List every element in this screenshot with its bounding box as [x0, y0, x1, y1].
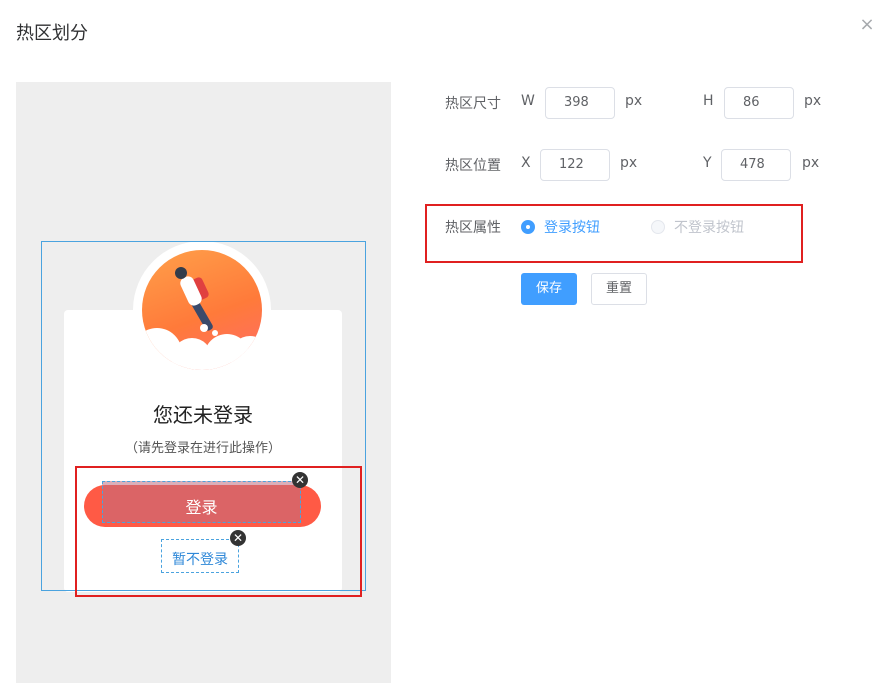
width-input[interactable]: 398	[545, 87, 615, 119]
width-unit: px	[625, 93, 643, 109]
dialog-title: 热区划分	[16, 23, 88, 44]
y-unit: px	[802, 155, 820, 171]
preview-heading: 您还未登录	[153, 403, 253, 427]
y-input[interactable]: 478	[721, 149, 791, 181]
height-input[interactable]: 86	[724, 87, 794, 119]
close-icon[interactable]: ×	[856, 14, 878, 36]
w-label: W	[521, 93, 535, 109]
size-label: 热区尺寸	[445, 96, 501, 112]
highlight-box-preview	[75, 466, 362, 597]
x-label: X	[521, 155, 531, 171]
height-unit: px	[804, 93, 822, 109]
highlight-box-property	[425, 204, 803, 263]
reset-button[interactable]: 重置	[591, 273, 647, 305]
x-input[interactable]: 122	[540, 149, 610, 181]
position-label: 热区位置	[445, 158, 501, 174]
y-label: Y	[703, 155, 712, 171]
h-label: H	[703, 93, 714, 109]
save-button[interactable]: 保存	[521, 273, 577, 305]
x-unit: px	[620, 155, 638, 171]
preview-subheading: （请先登录在进行此操作）	[124, 441, 281, 456]
hotzone-dialog: 热区划分 × 您还未登录 （请先登录在进行此操作） 登录 ✕ 暂不登录 ✕ 热区…	[0, 0, 894, 683]
